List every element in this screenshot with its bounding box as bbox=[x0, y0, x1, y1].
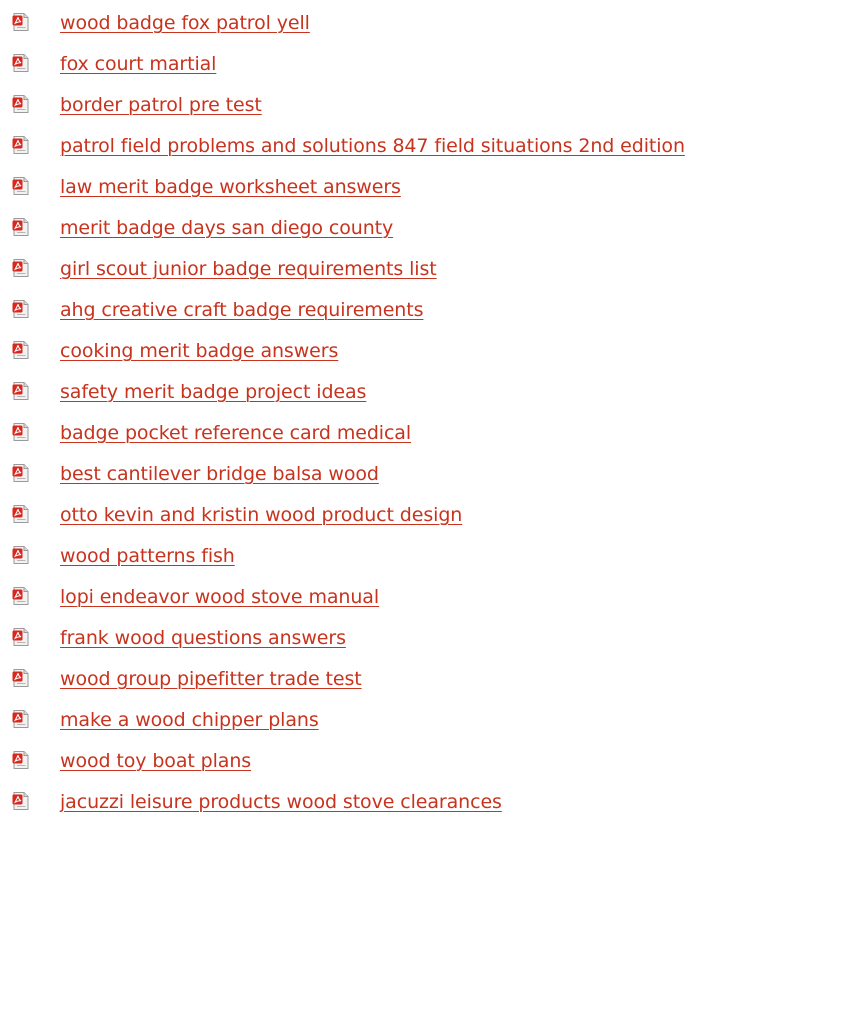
pdf-link[interactable]: frank wood questions answers bbox=[60, 627, 346, 649]
list-item: merit badge days san diego county bbox=[11, 207, 685, 248]
pdf-file-icon bbox=[11, 53, 31, 73]
pdf-link[interactable]: girl scout junior badge requirements lis… bbox=[60, 258, 437, 280]
list-item: lopi endeavor wood stove manual bbox=[11, 576, 685, 617]
list-item: patrol field problems and solutions 847 … bbox=[11, 125, 685, 166]
list-item: wood badge fox patrol yell bbox=[11, 2, 685, 43]
pdf-file-icon bbox=[11, 422, 31, 442]
pdf-link[interactable]: wood badge fox patrol yell bbox=[60, 12, 310, 34]
pdf-link[interactable]: ahg creative craft badge requirements bbox=[60, 299, 424, 321]
pdf-link[interactable]: lopi endeavor wood stove manual bbox=[60, 586, 379, 608]
pdf-file-icon bbox=[11, 94, 31, 114]
pdf-link[interactable]: wood patterns fish bbox=[60, 545, 235, 567]
pdf-link[interactable]: best cantilever bridge balsa wood bbox=[60, 463, 379, 485]
pdf-file-icon bbox=[11, 340, 31, 360]
list-item: otto kevin and kristin wood product desi… bbox=[11, 494, 685, 535]
pdf-file-icon bbox=[11, 586, 31, 606]
list-item: fox court martial bbox=[11, 43, 685, 84]
list-item: border patrol pre test bbox=[11, 84, 685, 125]
pdf-link[interactable]: wood toy boat plans bbox=[60, 750, 251, 772]
pdf-link[interactable]: otto kevin and kristin wood product desi… bbox=[60, 504, 462, 526]
pdf-link[interactable]: badge pocket reference card medical bbox=[60, 422, 411, 444]
pdf-file-icon bbox=[11, 135, 31, 155]
pdf-link[interactable]: jacuzzi leisure products wood stove clea… bbox=[60, 791, 502, 813]
list-item: make a wood chipper plans bbox=[11, 699, 685, 740]
pdf-file-icon bbox=[11, 463, 31, 483]
pdf-link[interactable]: make a wood chipper plans bbox=[60, 709, 319, 731]
list-item: wood group pipefitter trade test bbox=[11, 658, 685, 699]
list-item: cooking merit badge answers bbox=[11, 330, 685, 371]
pdf-file-icon bbox=[11, 750, 31, 770]
pdf-link[interactable]: patrol field problems and solutions 847 … bbox=[60, 135, 685, 157]
pdf-link[interactable]: merit badge days san diego county bbox=[60, 217, 393, 239]
pdf-file-icon bbox=[11, 504, 31, 524]
list-item: jacuzzi leisure products wood stove clea… bbox=[11, 781, 685, 822]
pdf-file-icon bbox=[11, 709, 31, 729]
pdf-file-icon bbox=[11, 258, 31, 278]
list-item: badge pocket reference card medical bbox=[11, 412, 685, 453]
pdf-file-icon bbox=[11, 176, 31, 196]
pdf-link[interactable]: law merit badge worksheet answers bbox=[60, 176, 401, 198]
pdf-link[interactable]: border patrol pre test bbox=[60, 94, 262, 116]
pdf-link[interactable]: fox court martial bbox=[60, 53, 216, 75]
list-item: law merit badge worksheet answers bbox=[11, 166, 685, 207]
list-item: wood patterns fish bbox=[11, 535, 685, 576]
pdf-link[interactable]: safety merit badge project ideas bbox=[60, 381, 366, 403]
list-item: frank wood questions answers bbox=[11, 617, 685, 658]
pdf-link-list: wood badge fox patrol yell fox court mar… bbox=[11, 2, 685, 822]
pdf-file-icon bbox=[11, 299, 31, 319]
pdf-file-icon bbox=[11, 791, 31, 811]
pdf-file-icon bbox=[11, 545, 31, 565]
pdf-link[interactable]: cooking merit badge answers bbox=[60, 340, 338, 362]
pdf-file-icon bbox=[11, 381, 31, 401]
list-item: ahg creative craft badge requirements bbox=[11, 289, 685, 330]
pdf-link[interactable]: wood group pipefitter trade test bbox=[60, 668, 362, 690]
pdf-file-icon bbox=[11, 627, 31, 647]
list-item: girl scout junior badge requirements lis… bbox=[11, 248, 685, 289]
list-item: best cantilever bridge balsa wood bbox=[11, 453, 685, 494]
pdf-file-icon bbox=[11, 12, 31, 32]
list-item: wood toy boat plans bbox=[11, 740, 685, 781]
pdf-file-icon bbox=[11, 668, 31, 688]
list-item: safety merit badge project ideas bbox=[11, 371, 685, 412]
pdf-file-icon bbox=[11, 217, 31, 237]
